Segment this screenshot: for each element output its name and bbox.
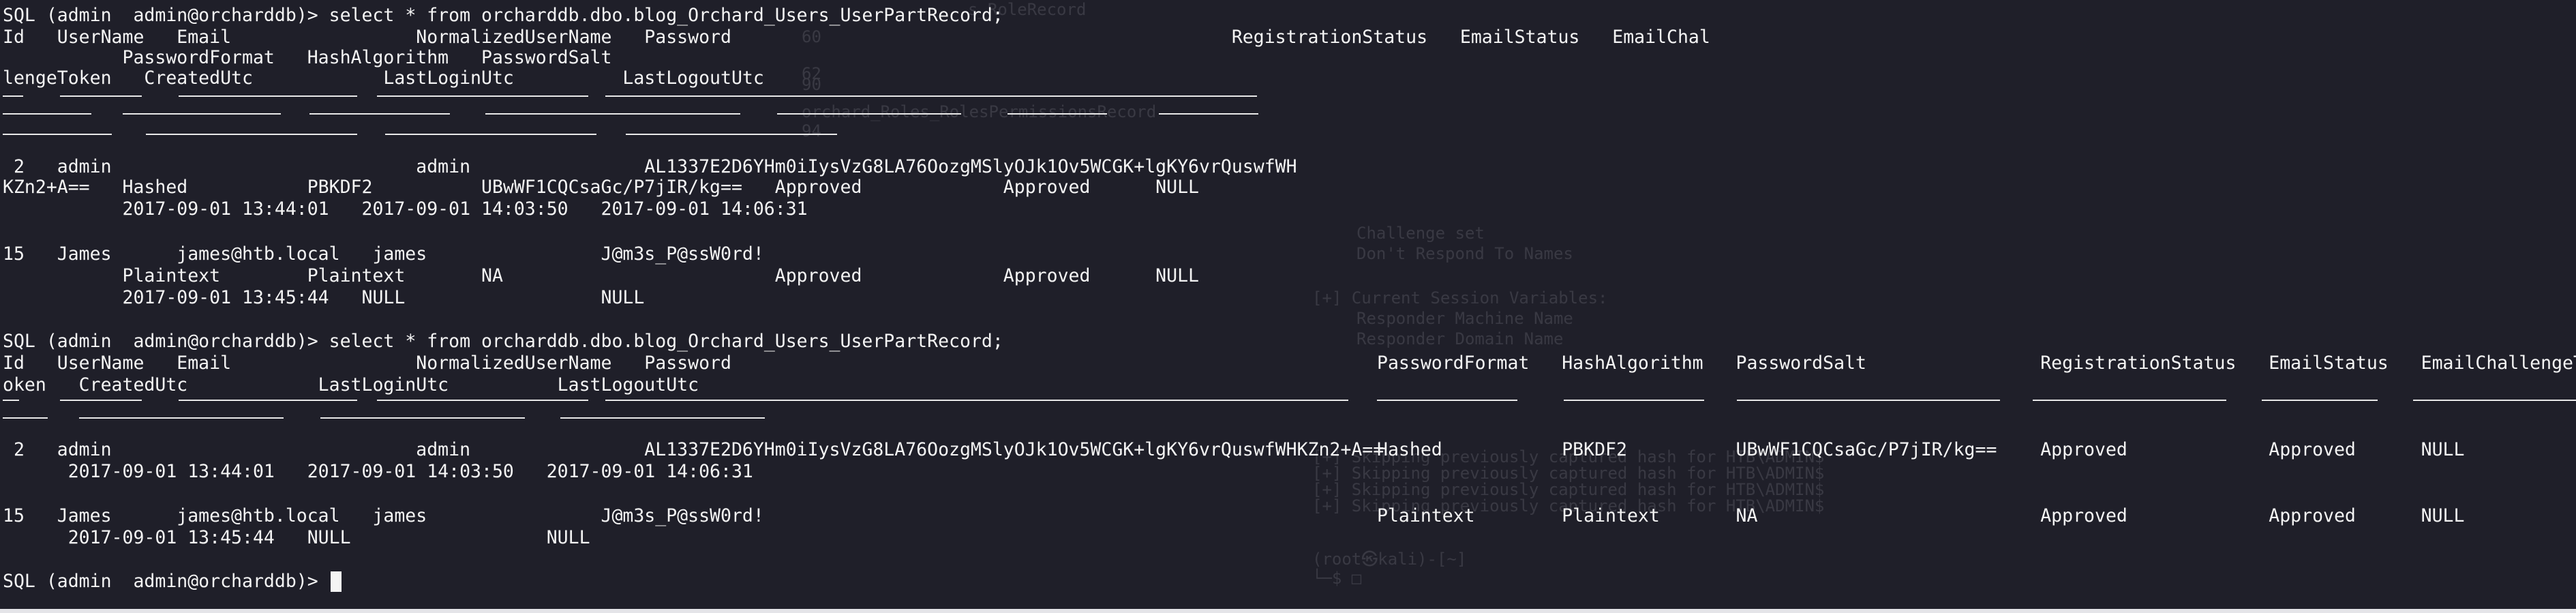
ghost-line: Responder Domain Name [1357,329,1564,348]
result-header-line: Id UserName Email NormalizedUserName Pas… [3,353,731,374]
window-bottom-edge [0,609,2576,613]
ghost-line: 62 [802,64,821,83]
sql-command: select * from orcharddb.dbo.blog_Orchard… [329,5,1003,26]
ghost-line: 94 [802,121,821,140]
text-cursor[interactable] [331,571,342,592]
ghost-line: (root㉿kali)-[~] [1312,550,1467,569]
result-header-line: Id UserName Email NormalizedUserName Pas… [3,27,1710,48]
sql-prompt: SQL (admin admin@orcharddb)> [3,5,329,26]
result-row-line: 15 James james@htb.local james J@m3s_P@s… [3,243,764,265]
result-header-line-right: PasswordFormat HashAlgorithm PasswordSal… [1377,353,2576,374]
sql-prompt: SQL (admin admin@orcharddb)> [3,331,329,352]
result-row-line: 2017-09-01 13:45:44 NULL NULL [3,287,645,308]
ghost-line: └─$ □ [1312,569,1362,588]
ghost-line: [+] Skipping previously captured hash fo… [1312,464,1825,483]
sql-prompt-line: SQL (admin admin@orcharddb)> select * fr… [3,5,1003,26]
ghost-line: Challenge set [1357,224,1485,243]
ghost-line: Responder Machine Name [1357,309,1573,328]
active-prompt[interactable]: SQL (admin admin@orcharddb)> [3,571,329,592]
ghost-line: [+] Skipping previously captured hash fo… [1312,480,1825,499]
result-row-line: 15 James james@htb.local james J@m3s_P@s… [3,505,764,526]
sql-command: select * from orcharddb.dbo.blog_Orchard… [329,331,1003,352]
ghost-line: Don't Respond To Names [1357,244,1573,263]
result-row-line: 2017-09-01 13:45:44 NULL NULL [3,527,590,548]
ghost-line: [+] Current Session Variables: [1312,288,1608,308]
result-row-line: Plaintext Plaintext NA Approved Approved… [3,265,1199,286]
ghost-line: orchard_Roles_RolesPermissionsRecord [802,102,1157,121]
result-row-line: KZn2+A== Hashed PBKDF2 UBwWF1CQCsaGc/P7j… [3,177,1199,198]
terminal-window[interactable]: s_RoleRecord 60 62 90 orchard_Roles_Role… [0,0,2576,613]
result-header-line: lengeToken CreatedUtc LastLoginUtc LastL… [3,68,764,89]
result-header-line: oken CreatedUtc LastLoginUtc LastLogoutU… [3,374,699,395]
sql-prompt-line: SQL (admin admin@orcharddb)> select * fr… [3,331,1003,352]
result-header-line: PasswordFormat HashAlgorithm PasswordSal… [3,47,612,68]
result-row-line: 2 admin admin AL1337E2D6YHm0iIysVzG8LA76… [3,439,1384,460]
result-row-line: 2 admin admin AL1337E2D6YHm0iIysVzG8LA76… [3,156,1297,177]
result-row-line-right: Plaintext Plaintext NA Approved Approved… [1377,505,2465,526]
result-row-line-right: Hashed PBKDF2 UBwWF1CQCsaGc/P7jIR/kg== A… [1377,439,2465,460]
result-row-line: 2017-09-01 13:44:01 2017-09-01 14:03:50 … [3,198,808,220]
ghost-line: 90 [802,75,821,94]
result-row-line: 2017-09-01 13:44:01 2017-09-01 14:03:50 … [3,461,753,482]
